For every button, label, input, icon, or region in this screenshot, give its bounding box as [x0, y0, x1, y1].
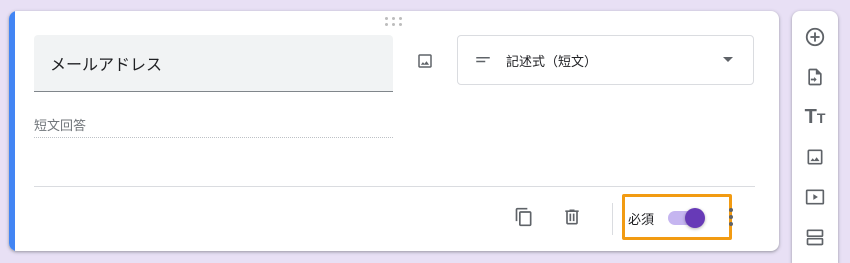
copy-icon[interactable]	[511, 204, 537, 230]
title-text-icon[interactable]: TT	[801, 103, 829, 131]
dropdown-arrow-icon	[723, 57, 733, 62]
active-indicator	[9, 11, 15, 251]
footer-separator	[612, 203, 613, 235]
toggle-thumb	[685, 208, 705, 228]
import-questions-icon[interactable]	[801, 63, 829, 91]
question-type-label: 記述式（短文）	[506, 54, 598, 70]
short-text-icon	[476, 57, 490, 63]
add-video-icon[interactable]	[801, 183, 829, 211]
question-title-input[interactable]: メールアドレス	[34, 35, 393, 92]
add-image-icon[interactable]	[801, 143, 829, 171]
floating-toolbar: TT	[792, 11, 838, 263]
question-card[interactable]: メールアドレス 記述式（短文） 短文回答 必須	[9, 11, 779, 251]
required-label: 必須	[628, 213, 655, 228]
question-type-dropdown[interactable]: 記述式（短文）	[457, 35, 754, 85]
required-toggle[interactable]	[668, 208, 706, 228]
trash-icon[interactable]	[559, 204, 585, 230]
footer-divider	[34, 186, 755, 187]
drag-handle-icon[interactable]	[385, 17, 405, 27]
add-section-icon[interactable]	[801, 223, 829, 251]
short-answer-placeholder: 短文回答	[34, 115, 393, 138]
image-icon[interactable]	[412, 48, 438, 74]
question-title-text: メールアドレス	[50, 55, 163, 74]
add-question-icon[interactable]	[801, 23, 829, 51]
more-vert-icon[interactable]	[724, 204, 738, 230]
